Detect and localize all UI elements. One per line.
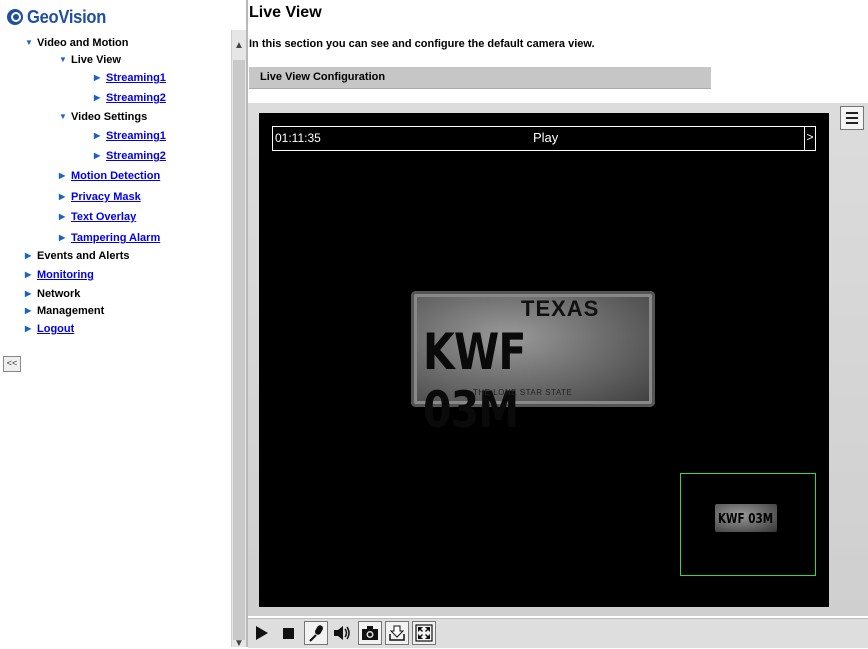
navigation-pane: GeoVision ▼ Video and Motion ▼ Live View… (0, 0, 231, 647)
collapsed-arrow-icon: ▶ (25, 324, 32, 333)
osd-next-button[interactable]: > (804, 127, 815, 150)
video-toolbar (248, 618, 868, 648)
nav-item-management[interactable]: ▶ Management (25, 305, 104, 317)
nav-item-monitoring[interactable]: ▶ Monitoring (25, 269, 94, 281)
osd-time: 01:11:35 (275, 131, 321, 145)
pip-plate-number-text: KWF 03M (718, 512, 774, 527)
plate-state-text: TEXAS (521, 296, 600, 321)
scrollbar-thumb[interactable] (233, 60, 245, 640)
nav-item-network[interactable]: ▶ Network (25, 288, 80, 300)
license-plate-image: TEXAS KWF 03M THE LONE STAR STATE (411, 291, 655, 439)
osd-play-state: Play (533, 130, 559, 145)
logo: GeoVision (6, 6, 113, 28)
scroll-up-icon[interactable]: ▲ (234, 40, 244, 51)
video-osd-bar: 01:11:35 Play > (272, 126, 816, 151)
nav-item-live-view-streaming1[interactable]: ▶ Streaming1 (94, 72, 166, 84)
snapshot-button[interactable] (358, 621, 382, 645)
microphone-button[interactable] (304, 621, 328, 645)
nav-item-privacy-mask[interactable]: ▶ Privacy Mask (59, 191, 141, 203)
page-description: In this section you can see and configur… (249, 38, 595, 50)
nav-item-video-settings[interactable]: ▼ Video Settings (59, 111, 147, 123)
download-button[interactable] (385, 621, 409, 645)
section-header: Live View Configuration (249, 67, 711, 89)
collapsed-arrow-icon: ▶ (94, 131, 101, 140)
nav-item-live-view-streaming2[interactable]: ▶ Streaming2 (94, 92, 166, 104)
download-icon (389, 625, 405, 641)
expanded-arrow-icon: ▼ (25, 38, 33, 47)
picture-in-picture-window[interactable]: KWF 03M (680, 473, 816, 576)
nav-item-live-view[interactable]: ▼ Live View (59, 54, 121, 66)
collapsed-arrow-icon: ▶ (25, 306, 32, 315)
collapsed-arrow-icon: ▶ (94, 151, 101, 160)
scroll-down-icon[interactable]: ▼ (234, 638, 244, 649)
speaker-icon (334, 626, 350, 640)
plate-number-text: KWF 03M (423, 323, 526, 439)
expanded-arrow-icon: ▼ (59, 112, 67, 121)
collapse-nav-button[interactable]: << (3, 356, 21, 372)
collapsed-arrow-icon: ▶ (59, 212, 66, 221)
geovision-logo-icon (7, 9, 23, 25)
nav-item-logout[interactable]: ▶ Logout (25, 323, 74, 335)
plate-motto-text: THE LONE STAR STATE (473, 388, 573, 397)
fullscreen-button[interactable] (412, 621, 436, 645)
logo-text: GeoVision (27, 6, 107, 27)
microphone-icon (309, 625, 323, 642)
stop-icon (282, 627, 294, 639)
collapsed-arrow-icon: ▶ (94, 73, 101, 82)
collapsed-arrow-icon: ▶ (25, 251, 32, 260)
section-header-label: Live View Configuration (260, 71, 386, 83)
collapsed-arrow-icon: ▶ (25, 270, 32, 279)
speaker-button[interactable] (330, 621, 354, 645)
play-icon (256, 626, 268, 640)
nav-item-events-and-alerts[interactable]: ▶ Events and Alerts (25, 250, 130, 262)
fullscreen-icon (415, 624, 433, 642)
collapsed-arrow-icon: ▶ (94, 93, 101, 102)
nav-item-video-settings-streaming1[interactable]: ▶ Streaming1 (94, 130, 166, 142)
nav-item-tampering-alarm[interactable]: ▶ Tampering Alarm (59, 232, 160, 244)
collapsed-arrow-icon: ▶ (59, 171, 66, 180)
pip-license-plate-image: KWF 03M (715, 504, 777, 532)
page-title: Live View (249, 4, 322, 21)
list-menu-icon[interactable] (840, 106, 864, 130)
collapsed-arrow-icon: ▶ (59, 233, 66, 242)
nav-scrollbar[interactable]: ▲ ▼ (231, 30, 246, 649)
play-button[interactable] (250, 621, 274, 645)
camera-snapshot-icon (362, 626, 378, 640)
nav-item-video-settings-streaming2[interactable]: ▶ Streaming2 (94, 150, 166, 162)
expanded-arrow-icon: ▼ (59, 55, 67, 64)
live-video[interactable]: 01:11:35 Play > TEXAS KWF 03M THE LONE S… (259, 113, 829, 607)
collapsed-arrow-icon: ▶ (59, 192, 66, 201)
nav-top-strip (231, 0, 246, 30)
nav-item-video-and-motion[interactable]: ▼ Video and Motion (25, 37, 128, 49)
nav-item-text-overlay[interactable]: ▶ Text Overlay (59, 211, 136, 223)
stop-button[interactable] (276, 621, 300, 645)
main-content: Live View In this section you can see an… (248, 0, 868, 648)
nav-item-motion-detection[interactable]: ▶ Motion Detection (59, 170, 160, 182)
collapsed-arrow-icon: ▶ (25, 289, 32, 298)
